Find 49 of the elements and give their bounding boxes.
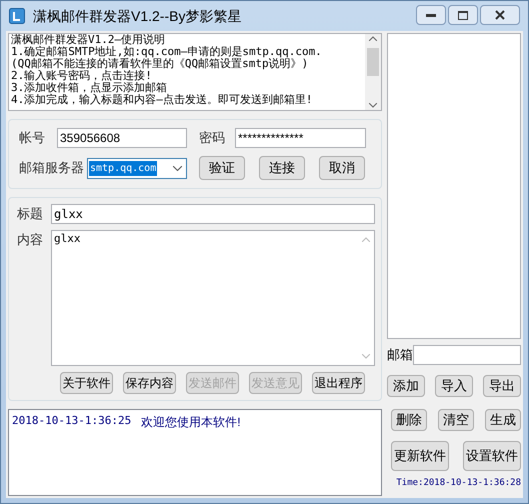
button[interactable]: 关于软件 [60, 372, 113, 394]
close-button[interactable] [480, 5, 520, 25]
button[interactable]: 连接 [259, 156, 305, 180]
minimize-icon [426, 14, 436, 16]
button[interactable]: 生成 [485, 409, 521, 431]
button[interactable]: 验证 [199, 156, 245, 180]
email-field[interactable] [413, 345, 521, 365]
scrollbar[interactable] [365, 34, 381, 110]
log-time: 2018-10-13-1:36:25 [12, 413, 132, 429]
app-icon [9, 8, 25, 24]
status-time: Time:2018-10-13-1:36:28 [396, 477, 521, 490]
server-dropdown[interactable]: smtp.qq.com [87, 158, 187, 178]
minimize-button[interactable] [416, 5, 446, 25]
button[interactable]: 导出 [483, 375, 521, 397]
instruction-line: (QQ邮箱不能连接的请看软件里的《QQ邮箱设置smtp说明》) [11, 58, 308, 70]
instruction-line: 3.添加收件箱，点显示添加邮箱 [11, 82, 168, 94]
password-field[interactable]: ************** [235, 128, 366, 148]
button[interactable]: 清空 [438, 409, 474, 431]
server-label: 邮箱服务器 [19, 159, 85, 178]
instruction-line: 潇枫邮件群发器V1.2—使用说明 [11, 34, 166, 46]
scroll-up-icon [369, 36, 377, 41]
log-message: 欢迎您使用本软件! [141, 414, 241, 431]
content-field[interactable]: glxx [51, 230, 375, 366]
instruction-line: 4.添加完成，输入标题和内容—点击发送。即可发送到邮箱里! [11, 94, 314, 106]
instruction-line: 1.确定邮箱SMTP地址,如:qq.com—申请的则是smtp.qq.com. [11, 46, 323, 58]
content-label: 内容 [16, 231, 44, 249]
account-label: 帐号 [19, 129, 46, 148]
button[interactable]: 删除 [391, 409, 427, 431]
email-label: 邮箱 [387, 346, 413, 364]
button[interactable]: 退出程序 [312, 372, 365, 394]
window-title: 潇枫邮件群发器V1.2--By梦影繁星 [33, 6, 242, 26]
maximize-button[interactable] [448, 5, 478, 25]
button[interactable]: 添加 [387, 375, 425, 397]
button[interactable]: 更新软件 [391, 441, 449, 471]
close-icon [495, 10, 505, 20]
button[interactable]: 设置软件 [463, 441, 521, 471]
scroll-down-icon [362, 354, 370, 359]
maximize-icon [458, 10, 468, 20]
account-field[interactable]: 359056608 [57, 128, 187, 148]
subject-label: 标题 [16, 205, 44, 224]
scroll-down-icon [369, 103, 377, 108]
scroll-up-icon [362, 237, 370, 242]
subject-field[interactable]: glxx [51, 204, 375, 224]
password-label: 密码 [199, 129, 226, 148]
button[interactable]: 取消 [319, 156, 365, 180]
button[interactable]: 导入 [435, 375, 473, 397]
button[interactable]: 保存内容 [123, 372, 176, 394]
instruction-line: 2.输入账号密码，点击连接! [11, 70, 153, 82]
chevron-down-icon [173, 166, 182, 170]
